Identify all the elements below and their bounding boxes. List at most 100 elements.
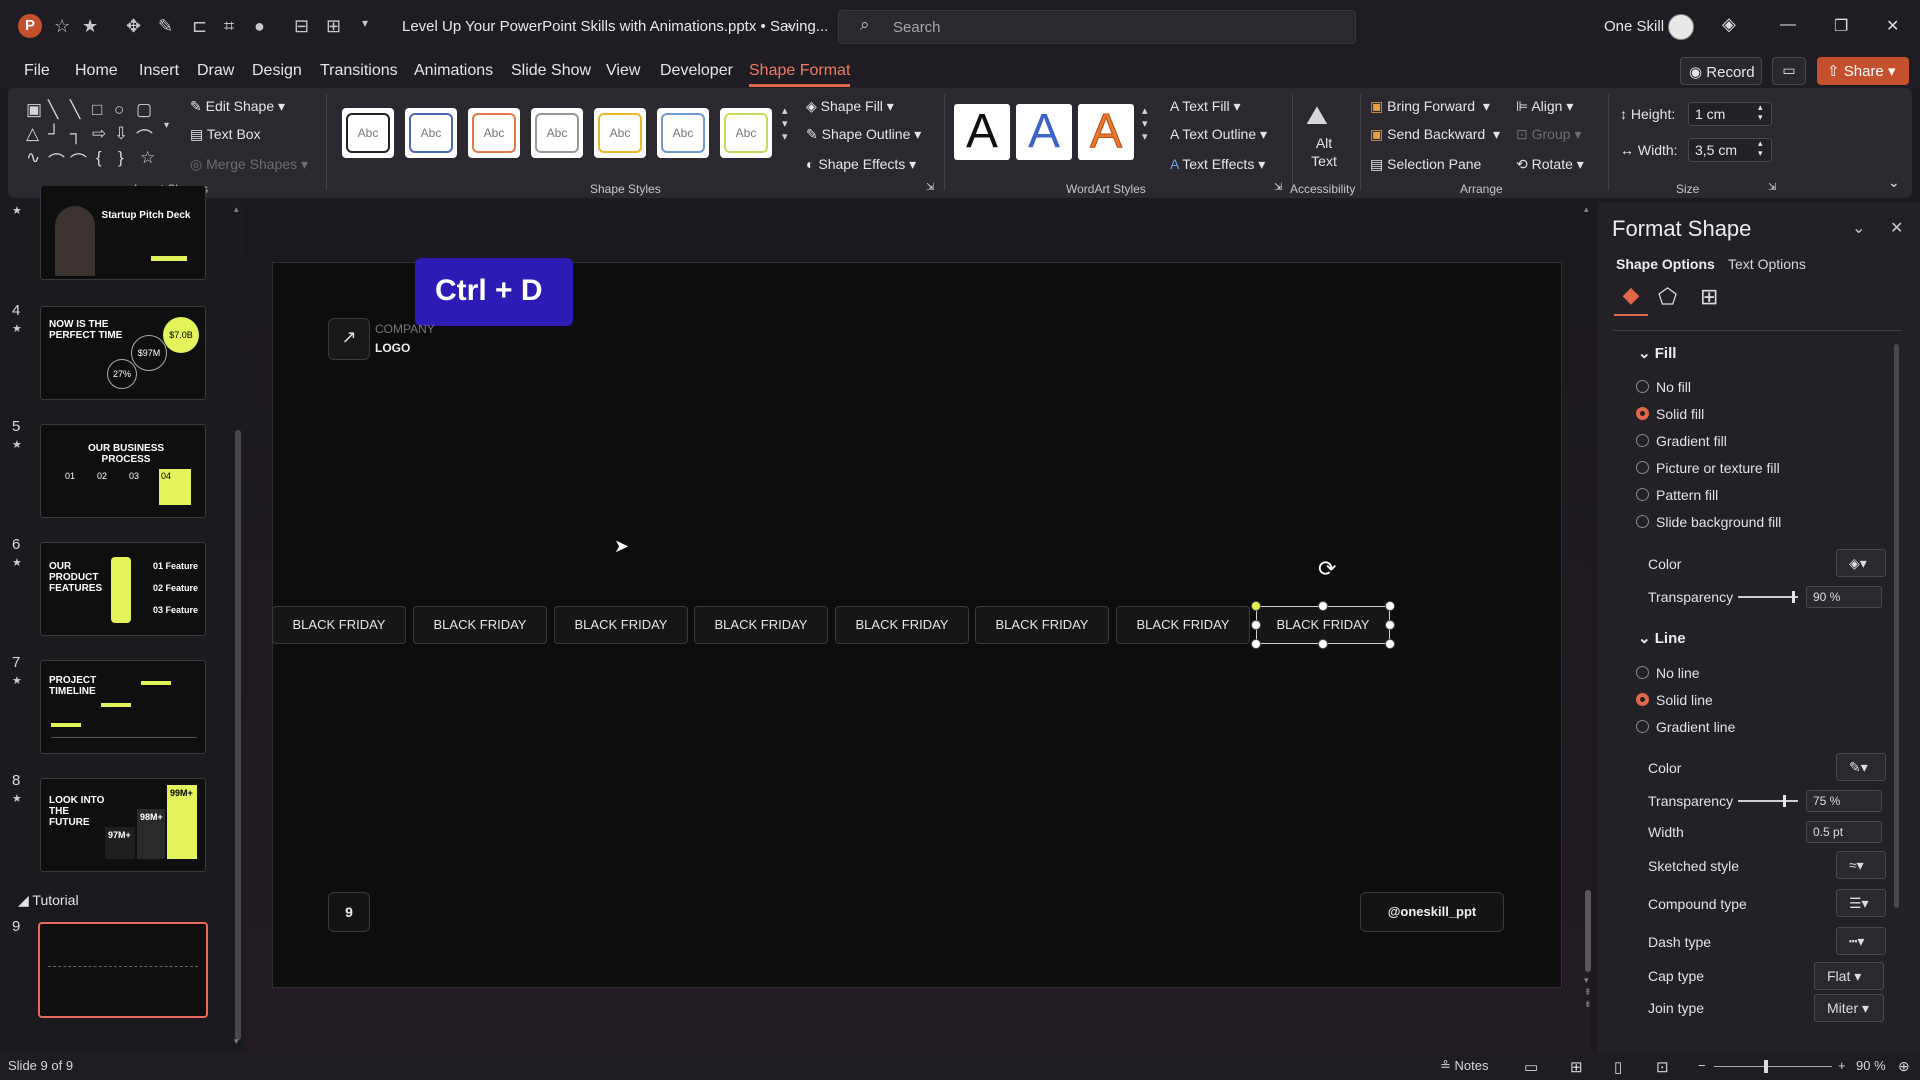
dialog-launcher-icon[interactable]: ⇲ (926, 182, 934, 193)
sketched-style-dropdown[interactable]: ≈▾ (1836, 851, 1886, 879)
notes-button[interactable]: ≗ Notes (1440, 1058, 1488, 1074)
arrow-right-shape-icon[interactable]: ⇨ (92, 124, 106, 144)
cap-type-dropdown[interactable]: Flat ▾ (1814, 962, 1884, 990)
wordart-black[interactable]: A (954, 104, 1010, 160)
slide-bg-fill-label[interactable]: Slide background fill (1656, 514, 1781, 530)
text-effects-button[interactable]: A Text Effects ▾ (1170, 156, 1265, 173)
send-backward-button[interactable]: ▣ Send Backward ▾ (1370, 126, 1500, 143)
pane-options-icon[interactable]: ⌄ (1852, 218, 1865, 238)
shape-style-1[interactable]: Abc (342, 108, 394, 158)
rotate-handle-icon[interactable]: ⟳ (1318, 556, 1336, 582)
tab-design[interactable]: Design (252, 62, 302, 80)
fill-section-header[interactable]: ⌄ Fill (1638, 344, 1676, 362)
pane-scrollbar[interactable] (1894, 344, 1899, 908)
resize-handle[interactable] (1251, 620, 1261, 630)
line-section-header[interactable]: ⌄ Line (1638, 629, 1686, 647)
resize-handle[interactable] (1318, 601, 1328, 611)
shape-style-2[interactable]: Abc (405, 108, 457, 158)
tab-draw[interactable]: Draw (197, 62, 234, 80)
tab-insert[interactable]: Insert (139, 62, 179, 80)
black-friday-button[interactable]: BLACK FRIDAY (413, 606, 547, 644)
editor-scrollbar[interactable] (1585, 890, 1591, 972)
shape-style-7[interactable]: Abc (720, 108, 772, 158)
line-shape-icon[interactable]: ╲ (48, 100, 58, 120)
brace-shape-icon[interactable]: { (96, 148, 102, 168)
fill-transparency-knob[interactable] (1792, 591, 1795, 603)
line-transparency-slider[interactable] (1738, 800, 1798, 802)
arc-shape-icon[interactable]: ⌒ (70, 148, 87, 173)
gallery-scroll-icon[interactable]: ▴ ▾ ▾ (1142, 104, 1148, 143)
avatar[interactable] (1668, 14, 1694, 40)
slideshow-view-icon[interactable]: ⊡ (1656, 1058, 1669, 1076)
black-friday-button[interactable]: BLACK FRIDAY (835, 606, 969, 644)
line-transparency-knob[interactable] (1783, 795, 1786, 807)
slide-thumbnail-3[interactable]: Startup Pitch Deck (40, 186, 206, 280)
no-line-label[interactable]: No line (1656, 665, 1700, 681)
group-button[interactable]: ⊡ Group ▾ (1516, 126, 1581, 143)
star-icon[interactable]: ★ (82, 16, 98, 37)
no-line-radio[interactable] (1636, 666, 1649, 679)
scroll-up-icon[interactable]: ▴ (234, 204, 239, 215)
rotate-button[interactable]: ⟲ Rotate ▾ (1516, 156, 1584, 173)
no-fill-radio[interactable] (1636, 380, 1649, 393)
wordart-blue[interactable]: A (1016, 104, 1072, 160)
gradient-line-label[interactable]: Gradient line (1656, 719, 1735, 735)
thumb-scrollbar[interactable] (235, 430, 241, 1040)
distribute-icon[interactable]: ⊟ (294, 16, 309, 37)
social-handle[interactable]: @oneskill_ppt (1360, 892, 1504, 932)
line-transparency-input[interactable]: 75 % (1806, 790, 1882, 812)
black-friday-button[interactable]: BLACK FRIDAY (272, 606, 406, 644)
normal-view-icon[interactable]: ▭ (1524, 1058, 1538, 1076)
fill-color-picker[interactable]: ◈▾ (1836, 549, 1886, 577)
connector-shape-icon[interactable]: ┘ (48, 124, 60, 144)
slide-thumbnail-7[interactable]: PROJECT TIMELINE (40, 660, 206, 754)
tab-developer[interactable]: Developer (660, 62, 733, 80)
picture-fill-label[interactable]: Picture or texture fill (1656, 460, 1780, 476)
text-outline-button[interactable]: A Text Outline ▾ (1170, 126, 1267, 143)
zoom-level[interactable]: 90 % (1856, 1058, 1886, 1073)
shape-style-6[interactable]: Abc (657, 108, 709, 158)
dialog-launcher-icon[interactable]: ⇲ (1768, 182, 1776, 193)
rounded-rect-shape-icon[interactable]: ▢ (136, 100, 152, 120)
logo-company-text[interactable]: COMPANY (375, 322, 435, 336)
shapes-icon[interactable]: ● (254, 16, 265, 37)
zoom-out-icon[interactable]: − (1698, 1058, 1706, 1073)
tab-home[interactable]: Home (75, 62, 118, 80)
black-friday-button[interactable]: BLACK FRIDAY (975, 606, 1109, 644)
align-button[interactable]: ⊫ Align ▾ (1516, 98, 1573, 115)
resize-handle[interactable] (1385, 601, 1395, 611)
tab-text-options[interactable]: Text Options (1728, 256, 1806, 272)
logo-text[interactable]: LOGO (375, 341, 410, 355)
no-fill-label[interactable]: No fill (1656, 379, 1691, 395)
shape-style-5[interactable]: Abc (594, 108, 646, 158)
slide-thumbnail-5[interactable]: OUR BUSINESS PROCESS 01 02 03 04 (40, 424, 206, 518)
crop-icon[interactable]: ⌗ (224, 16, 234, 37)
zoom-slider[interactable] (1714, 1066, 1832, 1067)
gallery-more-icon[interactable]: ▾ (164, 120, 169, 131)
slide-bg-fill-radio[interactable] (1636, 515, 1649, 528)
selection-pane-button[interactable]: ▤ Selection Pane (1370, 156, 1481, 173)
arrow-down-shape-icon[interactable]: ⇩ (114, 124, 128, 144)
resize-handle[interactable] (1318, 639, 1328, 649)
bring-forward-button[interactable]: ▣ Bring Forward ▾ (1370, 98, 1490, 115)
shape-fill-button[interactable]: ◈ Shape Fill ▾ (806, 98, 894, 115)
solid-line-label[interactable]: Solid line (1656, 692, 1713, 708)
picture-fill-radio[interactable] (1636, 461, 1649, 474)
slide-thumbnail-8[interactable]: LOOK INTO THE FUTURE 99M+ 98M+ 97M+ (40, 778, 206, 872)
tab-animations[interactable]: Animations (414, 62, 493, 80)
scroll-down-icon[interactable]: ▾ (234, 1036, 239, 1047)
tab-view[interactable]: View (606, 62, 640, 80)
pattern-fill-radio[interactable] (1636, 488, 1649, 501)
pattern-fill-label[interactable]: Pattern fill (1656, 487, 1718, 503)
arrow-up-right-icon[interactable]: ↗ (328, 318, 370, 360)
edit-shape-button[interactable]: ✎ Edit Shape ▾ (190, 98, 285, 115)
tab-file[interactable]: File (24, 62, 50, 80)
slide-sorter-icon[interactable]: ⊞ (1570, 1058, 1583, 1076)
fill-line-icon[interactable]: ◆ (1614, 282, 1648, 316)
tab-shape-options[interactable]: Shape Options (1616, 256, 1715, 272)
triangle-shape-icon[interactable]: △ (26, 124, 39, 144)
size-properties-icon[interactable]: ⊞ (1700, 284, 1718, 310)
text-fill-button[interactable]: A Text Fill ▾ (1170, 98, 1241, 115)
fit-slide-icon[interactable]: ⊕ (1898, 1058, 1910, 1075)
arrange-icon[interactable]: ⊞ (326, 16, 341, 37)
